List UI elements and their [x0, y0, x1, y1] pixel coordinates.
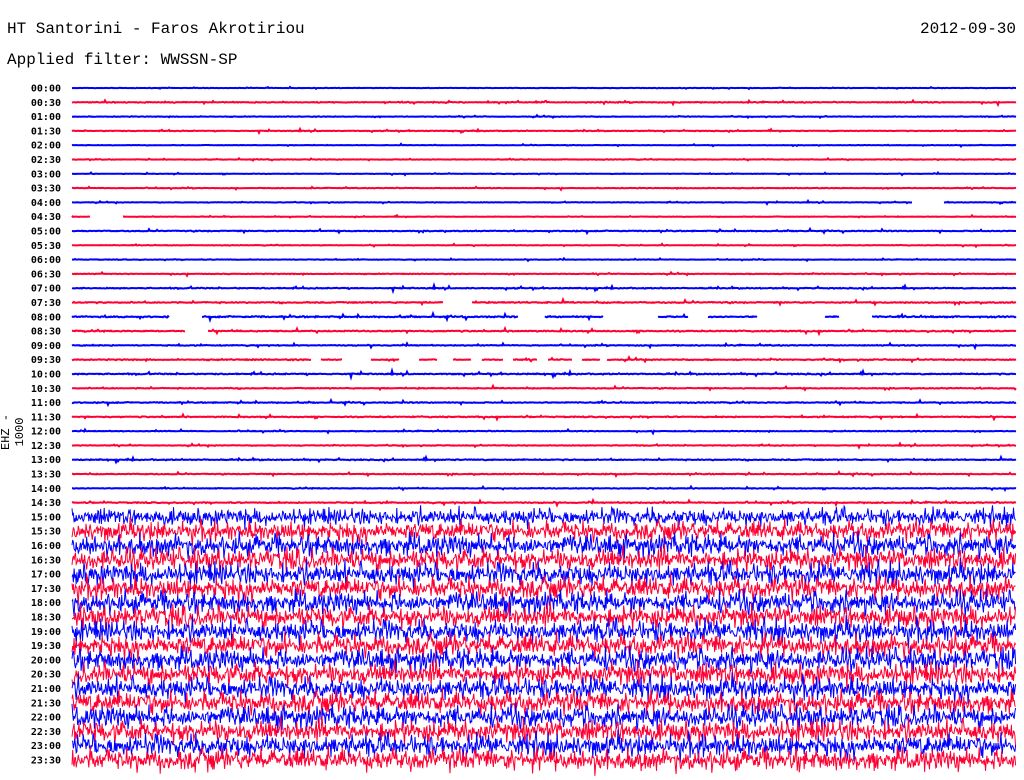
- trace-1130: [71, 412, 1016, 422]
- time-tick-label: 10:30: [31, 384, 61, 395]
- time-tick-label: 08:00: [31, 312, 61, 323]
- time-tick-label: 22:30: [31, 727, 61, 738]
- time-tick-label: 16:30: [31, 555, 61, 566]
- trace-0030: [71, 98, 1017, 108]
- time-tick-label: 01:30: [31, 126, 61, 137]
- trace-1430: [71, 497, 1017, 508]
- time-tick-label: 13:00: [31, 455, 61, 466]
- trace-0330: [71, 185, 1017, 192]
- time-tick-label: 03:30: [31, 184, 61, 195]
- trace-1200: [71, 427, 1017, 436]
- trace-0830: [71, 325, 1017, 337]
- time-tick-label: 19:30: [31, 641, 61, 652]
- time-tick-label: 21:00: [31, 684, 61, 695]
- time-tick-label: 12:00: [31, 427, 61, 438]
- time-tick-label: 17:30: [31, 584, 61, 595]
- trace-0530: [71, 242, 1017, 249]
- time-tick-label: 14:30: [31, 498, 61, 509]
- trace-0730: [71, 296, 1017, 307]
- trace-0300: [72, 170, 1017, 177]
- time-tick-label: 07:30: [31, 298, 61, 309]
- trace-1030: [71, 383, 1017, 392]
- trace-0930: [71, 354, 1017, 364]
- trace-1500: [71, 504, 1017, 530]
- time-tick-label: 00:30: [31, 98, 61, 109]
- time-tick-label: 01:00: [31, 112, 61, 123]
- time-tick-label: 14:00: [31, 484, 61, 495]
- time-tick-label: 09:00: [31, 341, 61, 352]
- time-tick-label: 19:00: [31, 627, 61, 638]
- time-tick-label: 17:00: [31, 570, 61, 581]
- time-tick-label: 18:00: [31, 598, 61, 609]
- time-tick-label: 05:00: [31, 226, 61, 237]
- time-tick-label: 20:00: [31, 655, 61, 666]
- time-tick-label: 11:30: [31, 412, 61, 423]
- time-tick-label: 13:30: [31, 470, 61, 481]
- time-tick-label: 15:00: [31, 512, 61, 523]
- time-tick-label: 07:00: [31, 284, 61, 295]
- time-tick-label: 06:00: [31, 255, 61, 266]
- trace-2330: [71, 745, 1017, 776]
- time-tick-label: 00:00: [31, 84, 61, 95]
- helicorder-plot: 00:00 00:30 01:00 01:30 02:00 02:30 03:00 03:30…: [31, 84, 1017, 776]
- time-tick-label: 11:00: [31, 398, 61, 409]
- trace-0430: [71, 213, 1017, 219]
- time-tick-label: 09:30: [31, 355, 61, 366]
- trace-0100: [71, 113, 1017, 120]
- time-tick-label: 16:00: [31, 541, 61, 552]
- time-tick-label: 04:30: [31, 212, 61, 223]
- time-tick-label: 06:30: [31, 269, 61, 280]
- time-tick-label: 15:30: [31, 527, 61, 538]
- trace-0130: [71, 126, 1016, 136]
- trace-0230: [71, 156, 1017, 163]
- trace-0800: [71, 310, 1017, 324]
- time-tick-label: 04:00: [31, 198, 61, 209]
- time-tick-label: 22:00: [31, 713, 61, 724]
- time-tick-label: 05:30: [31, 241, 61, 252]
- trace-1300: [72, 454, 1017, 465]
- time-tick-label: 08:30: [31, 327, 61, 338]
- trace-0000: [71, 85, 1016, 91]
- time-tick-label: 02:00: [31, 141, 61, 152]
- trace-0600: [71, 256, 1017, 263]
- time-tick-label: 20:30: [31, 670, 61, 681]
- trace-0900: [71, 341, 1017, 351]
- trace-0500: [71, 226, 1016, 236]
- time-tick-label: 23:30: [31, 756, 61, 767]
- time-tick-label: 21:30: [31, 698, 61, 709]
- time-tick-label: 12:30: [31, 441, 61, 452]
- time-tick-label: 03:00: [31, 169, 61, 180]
- trace-0630: [71, 270, 1016, 278]
- trace-0700: [71, 282, 1017, 295]
- time-tick-label: 10:00: [31, 369, 61, 380]
- trace-1400: [72, 484, 1017, 493]
- time-tick-label: 23:00: [31, 741, 61, 752]
- trace-1000: [71, 367, 1017, 381]
- time-tick-label: 02:30: [31, 155, 61, 166]
- time-tick-label: 18:30: [31, 613, 61, 624]
- trace-1100: [71, 397, 1017, 408]
- trace-0400: [71, 198, 1017, 206]
- trace-0200: [71, 142, 1017, 148]
- trace-1230: [71, 441, 1017, 450]
- trace-1330: [71, 470, 1016, 479]
